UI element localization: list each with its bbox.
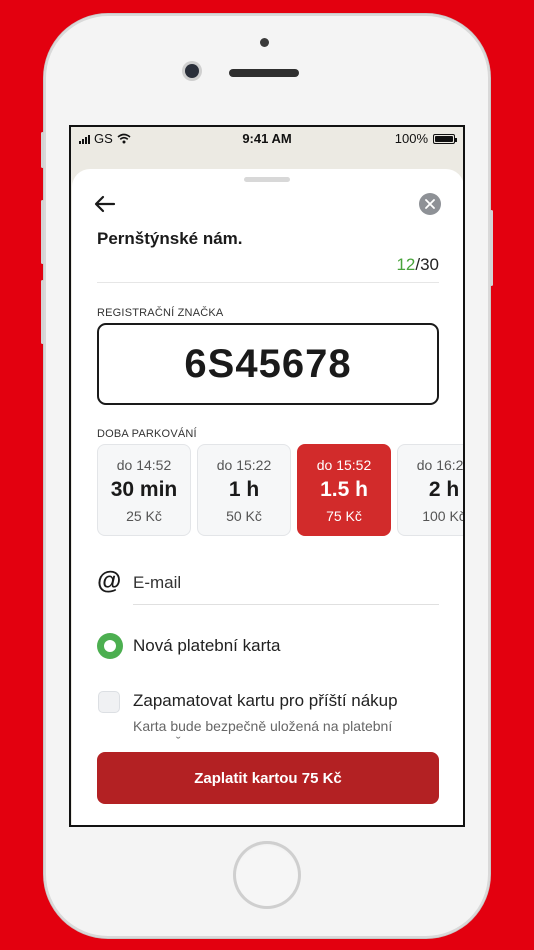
back-arrow-icon[interactable] — [92, 191, 118, 217]
available-spots: 12 — [396, 255, 416, 274]
duration-options: do 14:52 30 min 25 Kč do 15:22 1 h 50 Kč… — [97, 444, 464, 538]
duration-option[interactable]: do 16:22 2 h 100 Kč — [397, 444, 464, 536]
duration-until: do 15:22 — [216, 457, 272, 473]
email-field[interactable] — [133, 567, 439, 605]
remember-card-subtitle: Karta bude bezpečně uložená na platební … — [133, 718, 393, 739]
front-camera — [185, 64, 199, 78]
phone-screen: GS 9:41 AM 100% Pernštýnské nám. 12/30 R… — [69, 125, 465, 827]
proximity-sensor — [260, 38, 269, 47]
pay-button[interactable]: Zaplatit kartou 75 Kč — [97, 752, 439, 804]
plate-input[interactable]: 6S45678 — [97, 323, 439, 405]
status-bar: GS 9:41 AM 100% — [71, 127, 463, 151]
duration-length: 1 h — [228, 478, 260, 501]
sheet-grabber[interactable] — [244, 177, 290, 182]
parking-duration-label: DOBA PARKOVÁNÍ — [97, 428, 197, 440]
close-button[interactable] — [419, 193, 441, 215]
duration-length: 2 h — [428, 478, 460, 501]
remember-card-checkbox[interactable] — [98, 691, 120, 713]
duration-option[interactable]: do 14:52 30 min 25 Kč — [97, 444, 191, 536]
battery-percent: 100% — [394, 131, 428, 146]
volume-down-button — [41, 280, 44, 344]
duration-until: do 14:52 — [116, 457, 172, 473]
volume-up-button — [41, 200, 44, 264]
duration-until: do 15:52 — [316, 457, 372, 473]
duration-length: 30 min — [110, 478, 178, 501]
duration-price: 25 Kč — [126, 508, 162, 524]
duration-option-selected[interactable]: do 15:52 1.5 h 75 Kč — [297, 444, 391, 536]
duration-option[interactable]: do 15:22 1 h 50 Kč — [197, 444, 291, 536]
divider — [97, 282, 439, 283]
radio-selected-icon[interactable] — [97, 633, 123, 659]
earpiece-speaker — [229, 69, 299, 77]
parking-sheet: Pernštýnské nám. 12/30 REGISTRAČNÍ ZNAČK… — [72, 169, 464, 825]
home-button[interactable] — [233, 841, 301, 909]
new-card-option[interactable]: Nová platební karta — [97, 633, 280, 659]
battery-icon — [433, 133, 457, 144]
remember-card-title: Zapamatovat kartu pro příští nákup — [133, 691, 398, 710]
duration-length: 1.5 h — [320, 478, 368, 501]
at-icon: @ — [97, 567, 122, 595]
email-row: @ — [97, 567, 439, 607]
duration-price: 75 Kč — [326, 508, 362, 524]
location-title: Pernštýnské nám. — [97, 229, 243, 248]
power-button — [490, 210, 493, 286]
total-spots: /30 — [415, 255, 439, 274]
mute-switch — [41, 132, 44, 168]
new-card-label: Nová platební karta — [133, 636, 281, 655]
duration-price: 100 Kč — [422, 508, 464, 524]
duration-price: 50 Kč — [226, 508, 262, 524]
availability-count: 12/30 — [396, 255, 439, 275]
plate-label: REGISTRAČNÍ ZNAČKA — [97, 307, 224, 319]
close-icon — [425, 199, 435, 209]
duration-until: do 16:22 — [416, 457, 464, 473]
